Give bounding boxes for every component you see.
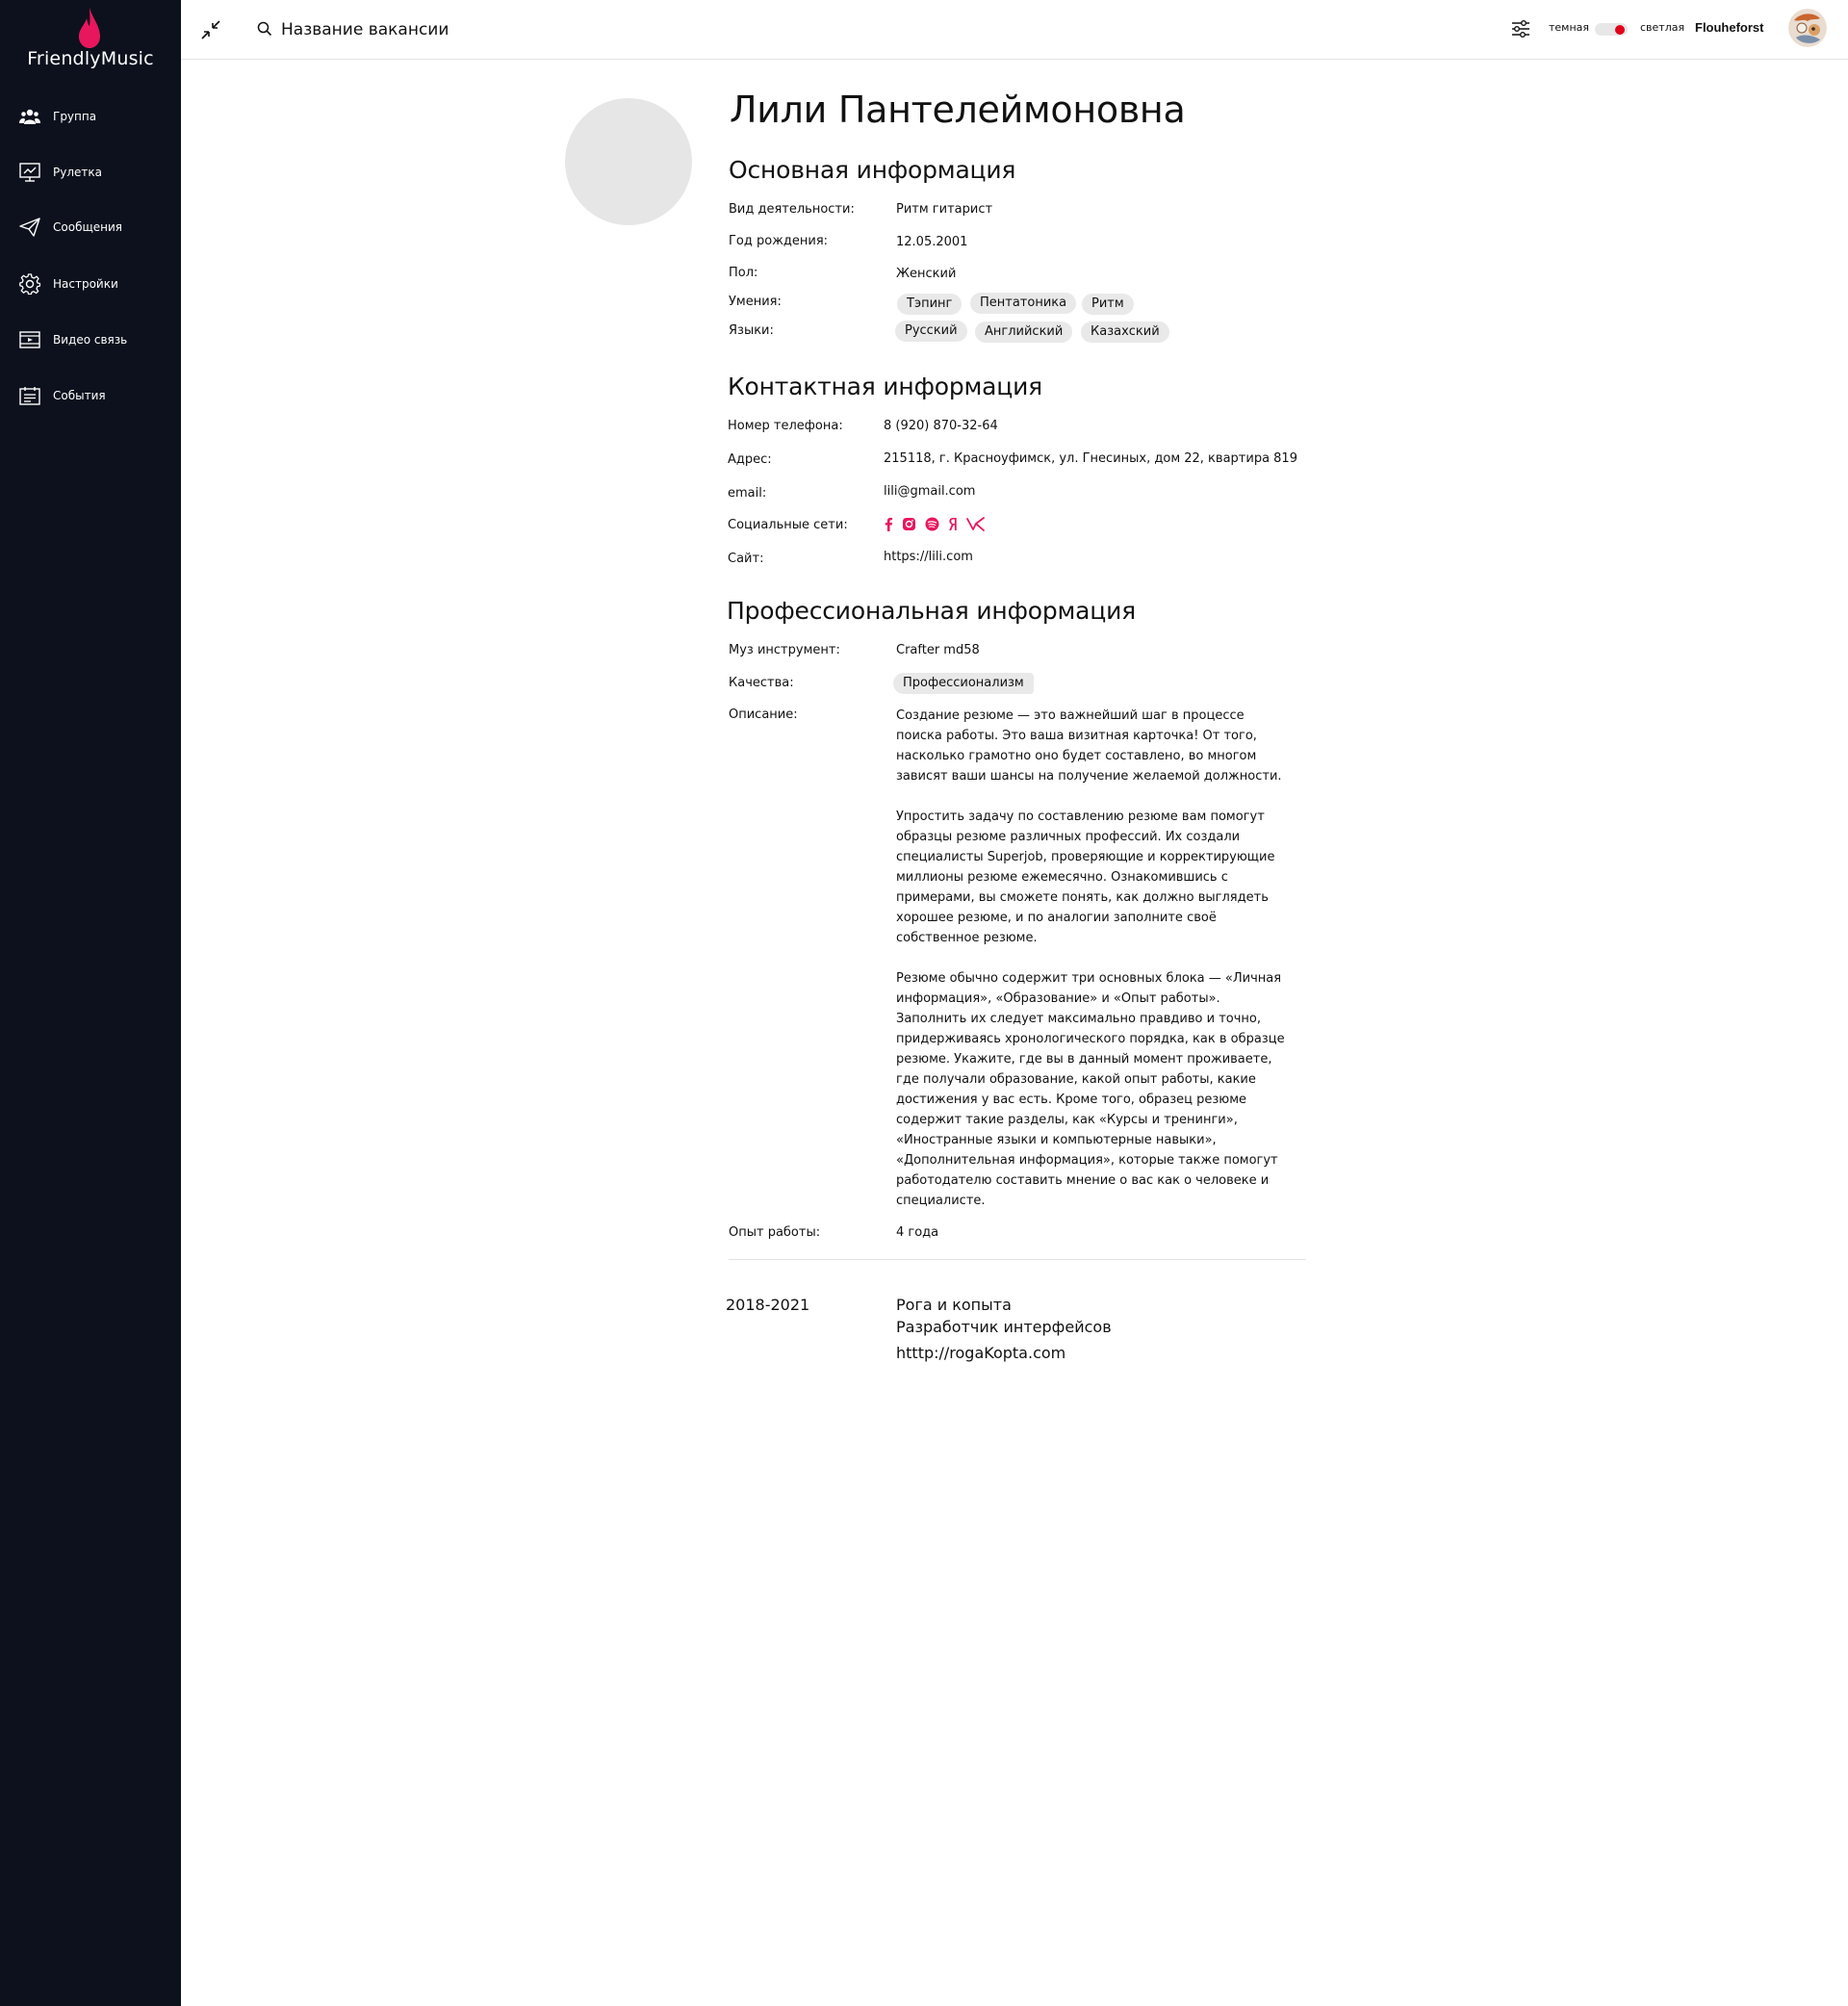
phone-value: 8 (920) 870-32-64 xyxy=(884,419,998,433)
language-chip: Русский xyxy=(895,321,967,342)
birth-value: 12.05.2001 xyxy=(896,235,968,249)
skills-label: Умения: xyxy=(729,295,782,309)
toggle-knob xyxy=(1615,25,1625,35)
collapse-icon[interactable] xyxy=(198,17,223,42)
sidebar-item-label: События xyxy=(53,389,106,402)
video-icon xyxy=(18,328,41,351)
experience-label: Опыт работы: xyxy=(729,1225,821,1240)
user-avatar[interactable] xyxy=(1788,9,1827,47)
yandex-icon[interactable] xyxy=(948,517,958,535)
sidebar-item-settings[interactable]: Настройки xyxy=(0,265,181,303)
skill-chip: Ритм xyxy=(1082,294,1134,315)
roulette-icon xyxy=(18,161,41,184)
job-site[interactable]: htttp://rogaKopta.com xyxy=(896,1344,1065,1362)
description-paragraph: Резюме обычно содержит три основных блок… xyxy=(896,971,1285,1208)
section-title-professional: Профессиональная информация xyxy=(727,597,1136,625)
sidebar: FriendlyMusic Группа Рулетка Сообщения Н… xyxy=(0,0,181,2006)
email-value[interactable]: lili@gmail.com xyxy=(884,484,975,499)
instagram-icon[interactable] xyxy=(902,517,916,535)
spotify-icon[interactable] xyxy=(925,517,939,535)
address-value: 215118, г. Красноуфимск, ул. Гнесиных, д… xyxy=(884,451,1297,466)
experience-value: 4 года xyxy=(896,1225,939,1240)
section-title-contact: Контактная информация xyxy=(728,373,1043,400)
phone-label: Номер телефона: xyxy=(728,419,843,433)
brand-name: FriendlyMusic xyxy=(27,48,154,69)
theme-toggle[interactable] xyxy=(1595,23,1628,36)
search-icon xyxy=(256,20,273,38)
languages-label: Языки: xyxy=(729,323,774,338)
description-paragraph: Создание резюме — это важнейший шаг в пр… xyxy=(896,708,1282,784)
job-company: Рога и копыта xyxy=(896,1296,1012,1314)
quality-chip: Профессионализм xyxy=(893,673,1034,694)
skill-chip: Пентатоника xyxy=(970,293,1077,314)
instrument-label: Муз инструмент: xyxy=(729,643,840,657)
activity-label: Вид деятельности: xyxy=(729,202,855,217)
sidebar-item-video[interactable]: Видео связь xyxy=(0,321,181,359)
activity-value: Ритм гитарист xyxy=(896,202,993,217)
social-label: Социальные сети: xyxy=(728,518,848,532)
instrument-value: Crafter md58 xyxy=(896,643,980,657)
sidebar-item-label: Сообщения xyxy=(53,220,123,234)
description-label: Описание: xyxy=(729,707,798,722)
sidebar-item-messages[interactable]: Сообщения xyxy=(0,208,181,246)
language-chip: Английский xyxy=(975,321,1073,343)
sidebar-item-label: Видео связь xyxy=(53,333,128,347)
sidebar-item-events[interactable]: События xyxy=(0,376,181,415)
gender-label: Пол: xyxy=(729,266,758,280)
profile-photo xyxy=(565,98,692,225)
social-links xyxy=(884,516,994,535)
sidebar-item-group[interactable]: Группа xyxy=(0,97,181,136)
top-bar: темная светлая Flouheforst xyxy=(181,0,1848,60)
qualities-label: Качества: xyxy=(729,676,794,690)
sidebar-item-label: Рулетка xyxy=(53,166,102,179)
gear-icon xyxy=(18,272,41,296)
address-label: Адрес: xyxy=(728,452,772,467)
logo-drop-icon xyxy=(79,7,100,48)
divider xyxy=(729,1259,1306,1260)
job-period: 2018-2021 xyxy=(726,1296,810,1314)
sidebar-item-label: Группа xyxy=(53,110,97,123)
sidebar-item-label: Настройки xyxy=(53,277,118,291)
theme-light-label: светлая xyxy=(1640,21,1685,34)
language-chip: Казахский xyxy=(1081,321,1169,343)
events-icon xyxy=(18,384,41,407)
sidebar-item-roulette[interactable]: Рулетка xyxy=(0,153,181,192)
site-value[interactable]: https://lili.com xyxy=(884,550,973,564)
vk-icon[interactable] xyxy=(966,516,986,535)
email-label: email: xyxy=(728,486,767,501)
facebook-icon[interactable] xyxy=(884,517,893,535)
profile-name: Лили Пантелеймоновна xyxy=(730,89,1186,131)
username[interactable]: Flouheforst xyxy=(1695,20,1764,35)
skill-chip: Тэпинг xyxy=(897,294,962,315)
logo[interactable]: FriendlyMusic xyxy=(0,0,181,77)
theme-dark-label: темная xyxy=(1549,21,1590,34)
section-title-basic: Основная информация xyxy=(729,156,1016,184)
send-icon xyxy=(18,216,41,239)
group-icon xyxy=(18,105,41,128)
job-position: Разработчик интерфейсов xyxy=(896,1318,1112,1336)
description-text: Создание резюме — это важнейший шаг в пр… xyxy=(896,706,1291,1231)
filter-settings-icon[interactable] xyxy=(1509,17,1532,40)
search-input[interactable] xyxy=(281,15,762,44)
gender-value: Женский xyxy=(896,267,957,281)
description-paragraph: Упростить задачу по составлению резюме в… xyxy=(896,810,1275,945)
birth-label: Год рождения: xyxy=(729,234,829,248)
site-label: Сайт: xyxy=(728,552,764,566)
